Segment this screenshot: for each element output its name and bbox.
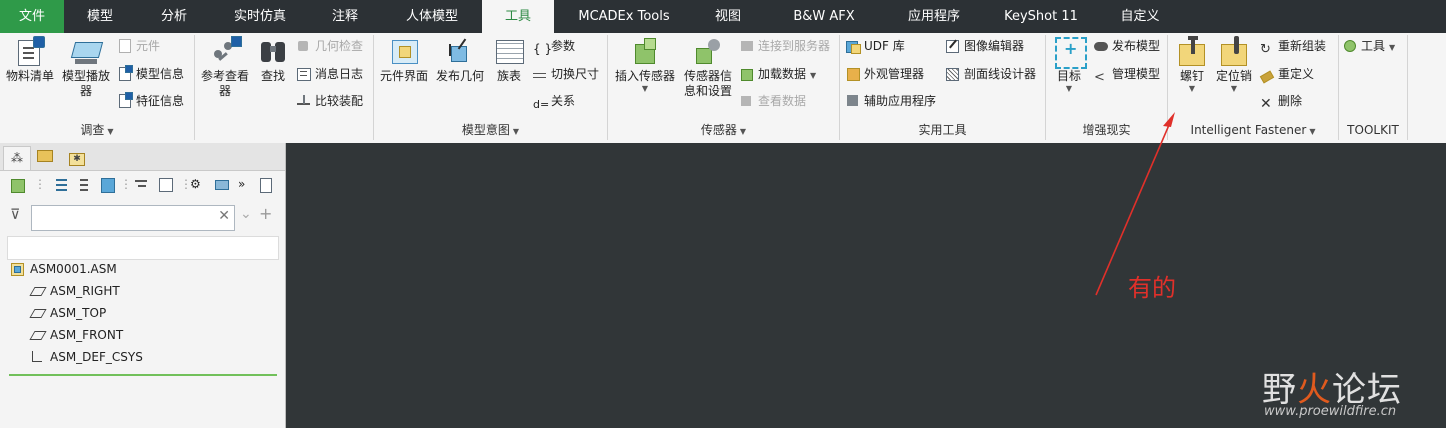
watermark-url: www.proewildfire.cn bbox=[1264, 404, 1397, 419]
annotation-arrow bbox=[1095, 112, 1175, 296]
annotation-text: 有的 bbox=[1128, 274, 1176, 302]
